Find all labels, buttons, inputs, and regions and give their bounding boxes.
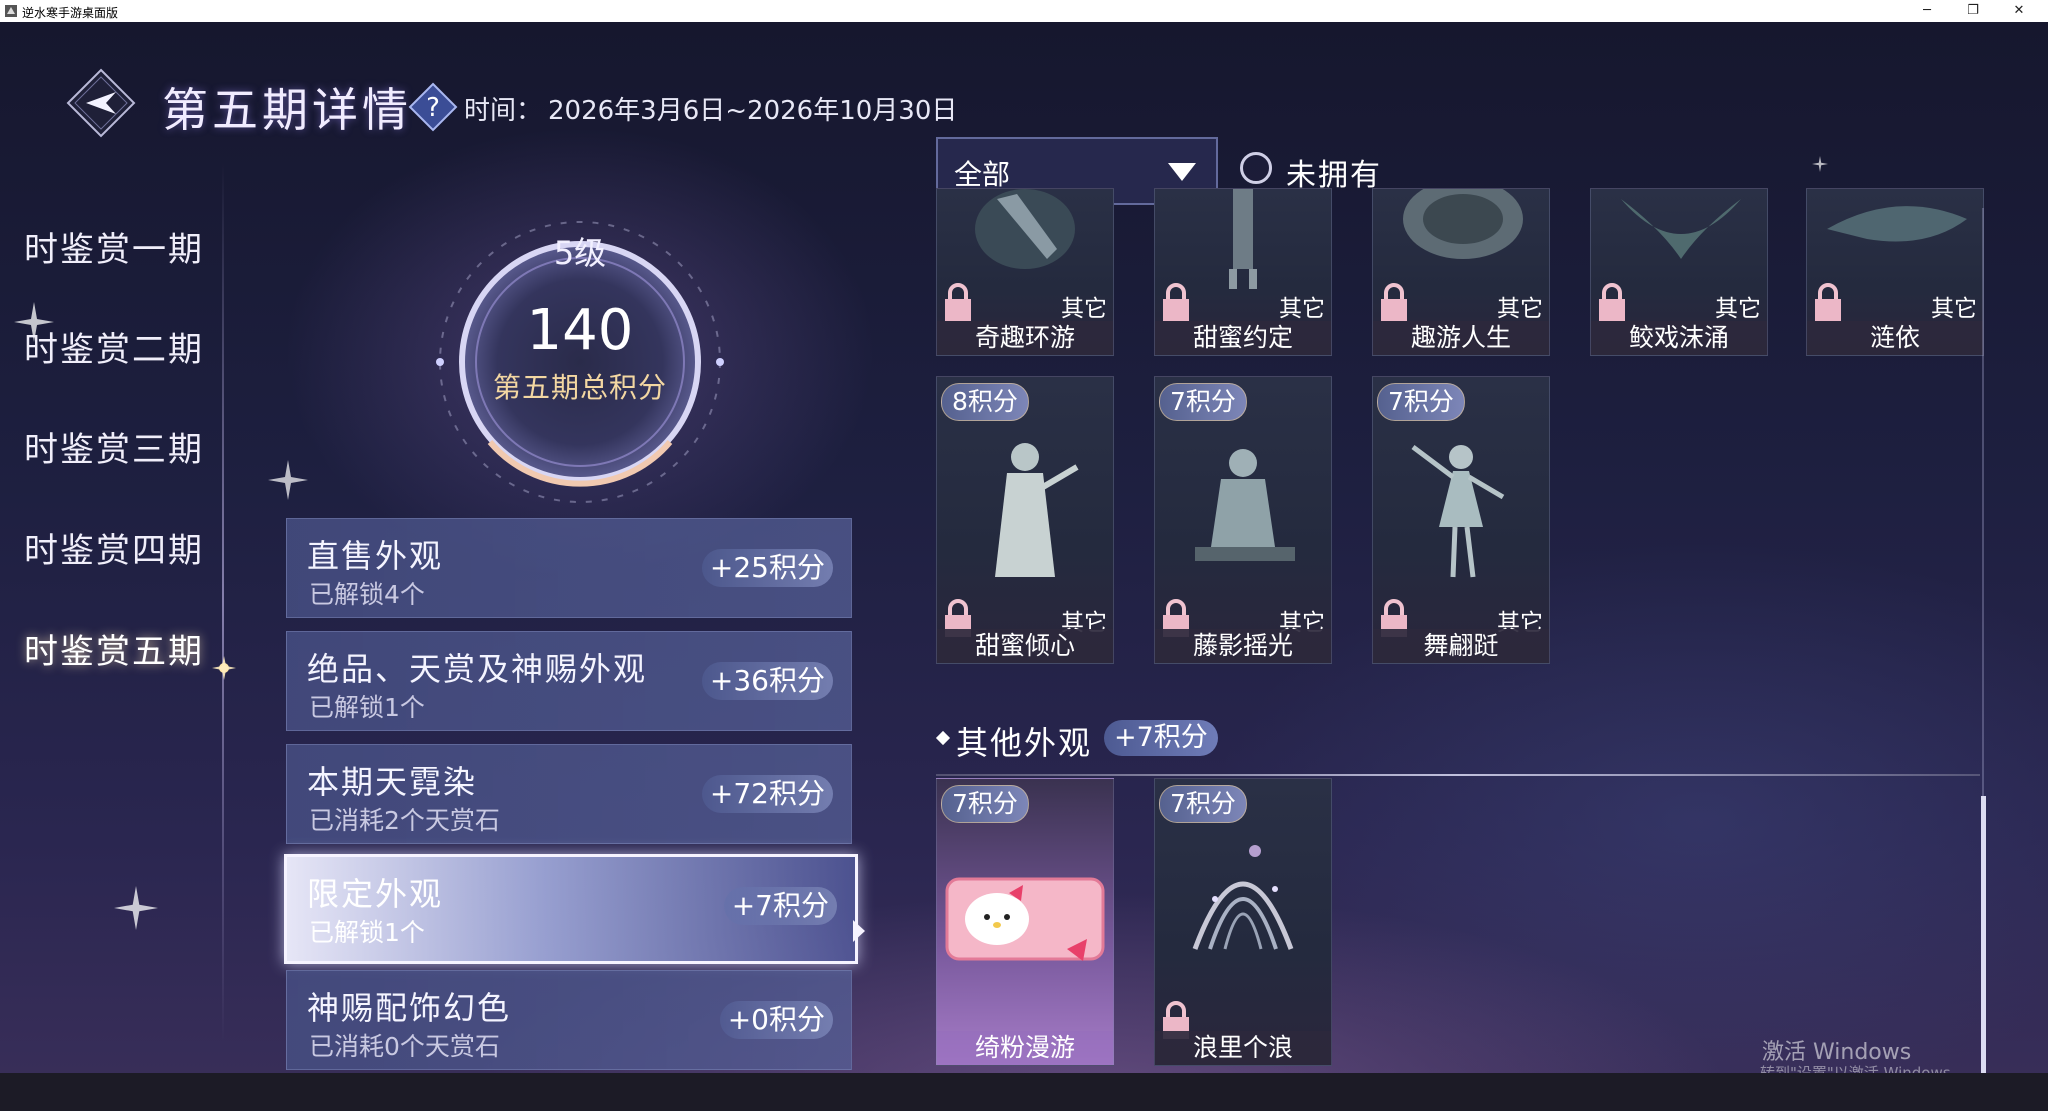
maximize-button[interactable]: ❐: [1950, 0, 1996, 22]
outfit-card[interactable]: 8积分 其它 甜蜜倾心: [936, 376, 1114, 664]
outfit-name: 藤影摇光: [1155, 629, 1331, 663]
outfit-name: 舞翩跹: [1373, 629, 1549, 663]
card-subtitle: 已解锁1个: [309, 918, 425, 947]
outfit-card[interactable]: 7积分 其它 藤影摇光: [1154, 376, 1332, 664]
lock-icon: [1381, 283, 1407, 321]
bottom-strip: [0, 1073, 2048, 1111]
game-screen: 第五期详情 ? 时间： 2026年3月6日~2026年10月30日 时鉴赏一期 …: [0, 22, 2048, 1111]
section-bullet-icon: [935, 730, 951, 746]
card-title: 绝品、天赏及神赐外观: [307, 650, 648, 688]
outfit-card[interactable]: 其它 趣游人生: [1372, 188, 1550, 356]
outfit-card[interactable]: 其它 涟依: [1806, 188, 1984, 356]
points-badge: +25积分: [701, 549, 833, 587]
sidebar-item-period-2[interactable]: 时鉴赏二期: [24, 322, 204, 371]
outfit-name: 甜蜜约定: [1155, 321, 1331, 355]
outfit-name: 涟依: [1807, 321, 1983, 355]
outfit-card[interactable]: 其它 奇趣环游: [936, 188, 1114, 356]
category-tag: 其它: [1931, 296, 1977, 322]
points-badge: 7积分: [1377, 383, 1465, 421]
category-card-dye[interactable]: 本期天霓染 已消耗2个天赏石 +72积分: [286, 744, 852, 844]
section-divider: [936, 774, 1980, 776]
section-title: 其他外观: [956, 724, 1093, 762]
sidebar-divider: [222, 162, 224, 1042]
lock-icon: [1599, 283, 1625, 321]
close-button[interactable]: ✕: [1996, 0, 2042, 22]
sidebar-item-period-4[interactable]: 时鉴赏四期: [24, 523, 204, 572]
window-title: 逆水寒手游桌面版: [22, 6, 119, 20]
total-points-label: 第五期总积分: [492, 371, 667, 404]
points-badge: 8积分: [941, 383, 1029, 421]
outfit-card[interactable]: 其它 鲛戏沫涌: [1590, 188, 1768, 356]
level-label: 5级: [553, 234, 607, 272]
card-title: 限定外观: [307, 875, 444, 913]
question-mark-icon[interactable]: ?: [408, 82, 458, 132]
sidebar-item-period-5[interactable]: 时鉴赏五期: [24, 624, 204, 673]
outfit-card[interactable]: 7积分 其它 舞翩跹: [1372, 376, 1550, 664]
sparkle-icon: [114, 886, 158, 930]
lock-icon: [945, 283, 971, 321]
app-icon: [5, 5, 17, 17]
selected-arrow-icon: [853, 920, 865, 942]
points-badge: +7积分: [723, 887, 837, 925]
outfit-card[interactable]: 其它 甜蜜约定: [1154, 188, 1332, 356]
sparkle-icon: [1812, 156, 1828, 172]
outfit-name: 鲛戏沫涌: [1591, 321, 1767, 355]
time-label: 时间：: [464, 96, 543, 126]
points-badge: 7积分: [941, 785, 1029, 823]
outfit-card[interactable]: 7积分 浪里个浪: [1154, 778, 1332, 1066]
points-badge: 7积分: [1159, 785, 1247, 823]
card-title: 神赐配饰幻色: [307, 989, 512, 1027]
lock-icon: [1163, 283, 1189, 321]
section-points-badge: +7积分: [1104, 720, 1218, 756]
category-tag: 其它: [1497, 296, 1543, 322]
lock-icon: [1815, 283, 1841, 321]
dropdown-value: 全部: [954, 158, 1011, 191]
outfit-card[interactable]: 7积分 绮粉漫游: [936, 778, 1114, 1066]
card-subtitle: 已消耗0个天赏石: [309, 1032, 500, 1061]
active-indicator-icon: [212, 656, 236, 680]
outfit-name: 浪里个浪: [1155, 1031, 1331, 1065]
outfit-name: 奇趣环游: [937, 321, 1113, 355]
time-value: 2026年3月6日~2026年10月30日: [548, 96, 958, 126]
outfit-name: 绮粉漫游: [937, 1031, 1113, 1065]
window-titlebar: 逆水寒手游桌面版 ─ ❐ ✕: [0, 0, 2048, 22]
chevron-down-icon: [1168, 163, 1196, 181]
sidebar-item-period-3[interactable]: 时鉴赏三期: [24, 422, 204, 471]
category-card-premium[interactable]: 绝品、天赏及神赐外观 已解锁1个 +36积分: [286, 631, 852, 731]
back-button[interactable]: [66, 68, 136, 138]
outfit-name: 趣游人生: [1373, 321, 1549, 355]
outfit-name: 甜蜜倾心: [937, 629, 1113, 663]
minimize-button[interactable]: ─: [1904, 0, 1950, 22]
category-card-limited[interactable]: 限定外观 已解锁1个 +7积分: [284, 854, 858, 964]
category-tag: 其它: [1715, 296, 1761, 322]
card-subtitle: 已消耗2个天赏石: [309, 806, 500, 835]
points-badge: +0积分: [719, 1001, 833, 1039]
unowned-radio[interactable]: [1240, 152, 1272, 184]
total-points-value: 140: [526, 298, 634, 363]
card-title: 本期天霓染: [307, 763, 478, 801]
points-badge: +36积分: [701, 662, 833, 700]
page-title: 第五期详情: [162, 83, 412, 137]
sparkle-icon: [268, 460, 308, 500]
category-card-direct-sale[interactable]: 直售外观 已解锁4个 +25积分: [286, 518, 852, 618]
card-subtitle: 已解锁1个: [309, 693, 425, 722]
points-badge: +72积分: [701, 775, 833, 813]
category-card-accessory-color[interactable]: 神赐配饰幻色 已消耗0个天赏石 +0积分: [286, 970, 852, 1070]
scrollbar-thumb[interactable]: [1981, 796, 1986, 1088]
sidebar-item-period-1[interactable]: 时鉴赏一期: [24, 222, 204, 271]
card-title: 直售外观: [307, 537, 444, 575]
category-tag: 其它: [1279, 296, 1325, 322]
svg-text:?: ?: [426, 93, 440, 123]
points-badge: 7积分: [1159, 383, 1247, 421]
card-subtitle: 已解锁4个: [309, 580, 425, 609]
category-tag: 其它: [1061, 296, 1107, 322]
